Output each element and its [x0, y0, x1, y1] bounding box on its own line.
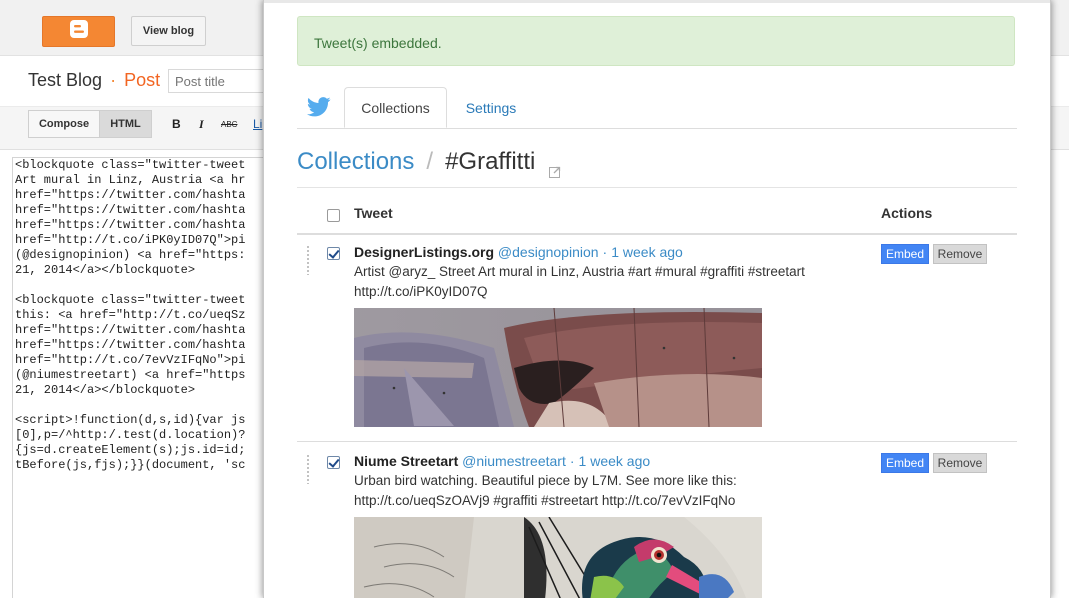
code-line: href="http://t.co/iPK0yID07Q">pi [15, 233, 246, 247]
breadcrumb-collections-link[interactable]: Collections [297, 148, 414, 175]
tweet-text-line: Urban bird watching. Beautiful piece by … [354, 473, 737, 488]
tweet-text: Artist @aryz_ Street Art mural in Linz, … [354, 262, 874, 302]
tweet-text-line: http://t.co/iPK0yID07Q [354, 284, 488, 299]
twitter-bird-icon [306, 97, 331, 117]
code-line: <blockquote class="twitter-tweet [15, 293, 246, 307]
code-line: 21, 2014</a></blockquote> [15, 263, 196, 277]
external-link-icon[interactable] [549, 157, 561, 178]
strikethrough-button[interactable]: ABC [221, 120, 237, 129]
column-header-tweet: Tweet [354, 205, 393, 221]
author-handle[interactable]: @designopinion [498, 244, 599, 260]
tweet-image-bird [354, 517, 762, 598]
blogger-logo-icon [69, 19, 89, 44]
blog-name: Test Blog [28, 70, 103, 90]
code-line: (@designopinion) <a href="https: [15, 248, 246, 262]
view-blog-button[interactable]: View blog [131, 16, 206, 46]
tweet-timestamp[interactable]: 1 week ago [611, 244, 683, 260]
table-row: Niume Streetart @niumestreetart · 1 week a… [297, 444, 1017, 598]
code-line: href="https://twitter.com/hashta [15, 323, 246, 337]
post-label: Post [124, 70, 161, 90]
twitter-embed-modal: Tweet(s) embedded. Collections Settings … [263, 0, 1051, 598]
code-line: Art mural in Linz, Austria <a hr [15, 173, 246, 187]
code-line: href="https://twitter.com/hashta [15, 203, 246, 217]
code-line: (@niumestreetart) <a href="https [15, 368, 246, 382]
drag-handle-icon[interactable] [306, 454, 310, 484]
row-checkbox[interactable] [327, 456, 340, 469]
success-alert: Tweet(s) embedded. [297, 16, 1015, 66]
html-mode-button[interactable]: HTML [99, 110, 152, 138]
breadcrumb: Collections / #Graffitti [297, 148, 561, 180]
row-checkbox[interactable] [327, 247, 340, 260]
modal-top-edge [264, 0, 1050, 3]
collection-title: #Graffitti [445, 148, 536, 175]
post-title-input[interactable] [168, 69, 278, 93]
tweets-table: Tweet Actions DesignerListings.org @desi… [297, 188, 1017, 598]
embed-button[interactable]: Embed [881, 244, 929, 264]
tweet-text-line: Artist @aryz_ Street Art mural in Linz, … [354, 264, 805, 279]
blog-breadcrumb: Test Blog · Post [28, 70, 160, 91]
code-line: {js=d.createElement(s);js.id=id; [15, 443, 246, 457]
column-header-actions: Actions [881, 205, 933, 221]
code-line: href="https://twitter.com/hashta [15, 338, 246, 352]
blog-title-separator: · [110, 70, 117, 90]
tweet-author: DesignerListings.org @designopinion · 1 we… [354, 244, 683, 260]
link-button[interactable]: Li [253, 117, 262, 131]
meta-separator: · [569, 453, 575, 469]
meta-separator: · [602, 244, 608, 260]
drag-handle-icon[interactable] [306, 245, 310, 275]
remove-button[interactable]: Remove [933, 453, 987, 473]
tweet-text: Urban bird watching. Beautiful piece by … [354, 471, 874, 511]
tweet-text-line: http://t.co/ueqSzOAVj9 #graffiti #street… [354, 493, 736, 508]
blogger-home-button[interactable] [42, 16, 115, 47]
code-line: <blockquote class="twitter-tweet [15, 158, 246, 172]
code-line: 21, 2014</a></blockquote> [15, 383, 196, 397]
code-line: [0],p=/^http:/.test(d.location)? [15, 428, 246, 442]
code-line: this: <a href="http://t.co/ueqSz [15, 308, 246, 322]
code-line: <script>!function(d,s,id){var js [15, 413, 246, 427]
code-line: href="https://twitter.com/hashta [15, 218, 246, 232]
tweet-timestamp[interactable]: 1 week ago [579, 453, 651, 469]
bold-button[interactable]: B [172, 117, 181, 131]
compose-mode-button[interactable]: Compose [28, 110, 100, 138]
author-name[interactable]: Niume Streetart [354, 453, 458, 469]
modal-tabs: Collections Settings [297, 87, 1017, 129]
tweet-image-mural [354, 308, 762, 427]
tab-collections[interactable]: Collections [344, 87, 447, 128]
row-divider [297, 441, 1017, 442]
code-line: href="https://twitter.com/hashta [15, 188, 246, 202]
tweet-author: Niume Streetart @niumestreetart · 1 week a… [354, 453, 650, 469]
table-row: DesignerListings.org @designopinion · 1 we… [297, 235, 1017, 442]
html-code-editor[interactable]: <blockquote class="twitter-tweet Art mura… [12, 157, 272, 598]
embed-button[interactable]: Embed [881, 453, 929, 473]
breadcrumb-separator: / [426, 148, 434, 175]
tab-settings[interactable]: Settings [449, 87, 533, 128]
table-header: Tweet Actions [297, 188, 1017, 235]
select-all-checkbox[interactable] [327, 209, 340, 222]
italic-button[interactable]: I [199, 117, 204, 132]
author-name[interactable]: DesignerListings.org [354, 244, 494, 260]
code-line: href="http://t.co/7evVzIFqNo">pi [15, 353, 246, 367]
code-line: tBefore(js,fjs);}}(document, 'sc [15, 458, 246, 472]
author-handle[interactable]: @niumestreetart [462, 453, 566, 469]
remove-button[interactable]: Remove [933, 244, 987, 264]
